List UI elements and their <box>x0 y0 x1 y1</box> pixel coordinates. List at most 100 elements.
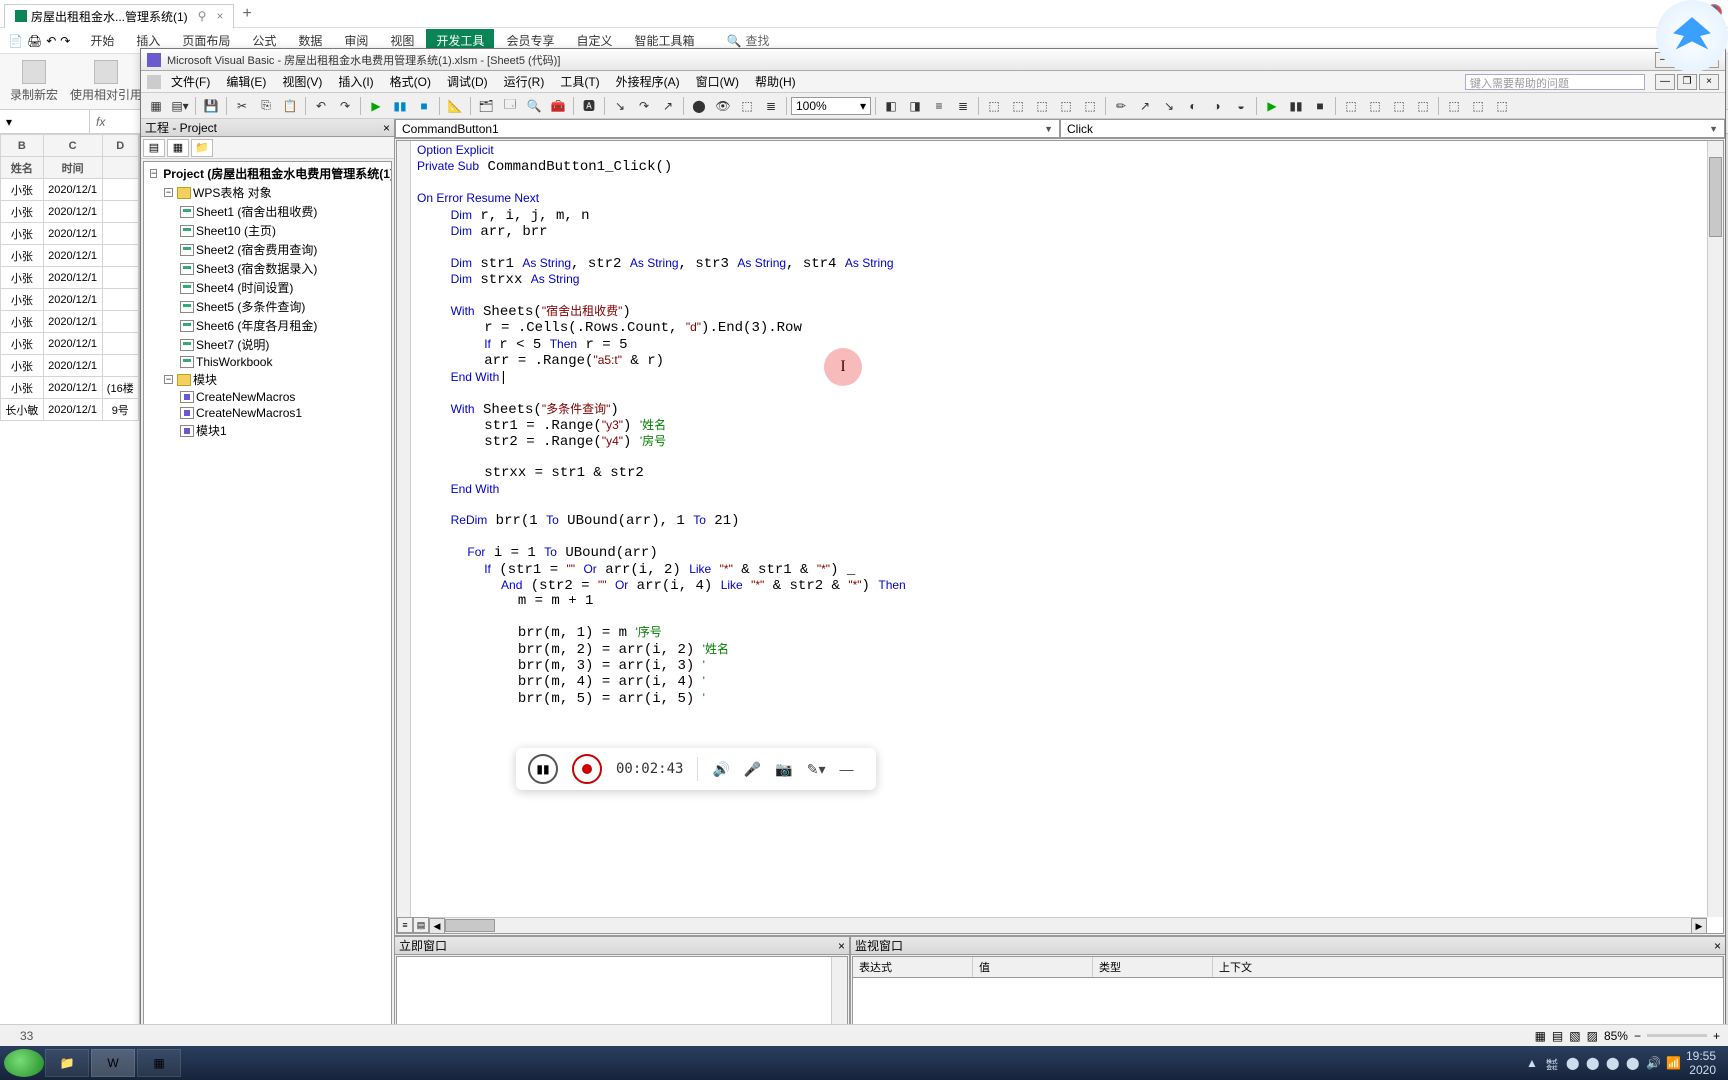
tb-misc-icon[interactable]: ↘ <box>1158 96 1180 116</box>
cell[interactable] <box>102 223 139 245</box>
cell[interactable]: 小张 <box>1 223 44 245</box>
zoom-out-icon[interactable]: − <box>1634 1029 1641 1043</box>
tb-save-icon[interactable]: 💾 <box>200 96 222 116</box>
tb-zoom-combo[interactable]: 100%▾ <box>791 97 871 115</box>
tray-time[interactable]: 19:55 <box>1686 1049 1716 1063</box>
cell[interactable]: 小张 <box>1 201 44 223</box>
tb-play2-icon[interactable]: ▶ <box>1261 96 1283 116</box>
procedure-combo[interactable]: Click▼ <box>1060 119 1725 138</box>
cell[interactable]: 9号 <box>102 399 139 421</box>
tb-misc-icon[interactable]: ≣ <box>952 96 974 116</box>
view-icon[interactable]: ▤ <box>1552 1029 1563 1043</box>
tb-misc-icon[interactable]: ◐ <box>1182 96 1204 116</box>
tray-icon[interactable]: ⬤ <box>1606 1056 1620 1070</box>
watch-col-expr[interactable]: 表达式 <box>853 957 973 977</box>
tb-toolbox-icon[interactable]: 🧰 <box>547 96 569 116</box>
tb-misc-icon[interactable]: ≡ <box>928 96 950 116</box>
tray-icon[interactable]: ⬤ <box>1566 1056 1580 1070</box>
ribbon-tab[interactable]: 开始 <box>80 29 124 52</box>
tb-misc-icon[interactable]: ⬚ <box>983 96 1005 116</box>
tree-module[interactable]: 模块1 <box>196 422 227 439</box>
cell[interactable]: 小张 <box>1 267 44 289</box>
menu-window[interactable]: 窗口(W) <box>690 71 745 92</box>
cell[interactable]: 小张 <box>1 245 44 267</box>
menu-help[interactable]: 帮助(H) <box>749 71 802 92</box>
recorder-stop-button[interactable] <box>572 754 602 784</box>
cell[interactable]: 小张 <box>1 289 44 311</box>
cell[interactable] <box>102 179 139 201</box>
proj-folder-icon[interactable]: 📁 <box>191 139 213 157</box>
tree-sheet[interactable]: Sheet4 (时间设置) <box>196 279 293 296</box>
watch-col-ctx[interactable]: 上下文 <box>1213 957 1723 977</box>
cell[interactable]: 小张 <box>1 333 44 355</box>
tb-misc-icon[interactable]: ◑ <box>1206 96 1228 116</box>
code-scrollbar-v[interactable] <box>1707 141 1723 917</box>
start-button[interactable] <box>4 1049 44 1077</box>
recorder-audio-icon[interactable]: 🔊 <box>712 761 729 778</box>
tray-network-icon[interactable]: 📶 <box>1666 1056 1680 1070</box>
cell[interactable] <box>102 333 139 355</box>
zoom-value[interactable]: 85% <box>1604 1029 1628 1043</box>
proc-view-icon[interactable]: ≡ <box>397 917 413 933</box>
tray-date[interactable]: 2020 <box>1686 1063 1716 1077</box>
tb-relative-ref[interactable]: 使用相对引用 <box>70 60 142 103</box>
vbe-sys-icon[interactable] <box>147 75 161 89</box>
col-header[interactable]: C <box>43 135 102 157</box>
watch-title[interactable]: 监视窗口× <box>851 937 1725 955</box>
tb-misc-icon[interactable]: ⬚ <box>1031 96 1053 116</box>
tray-volume-icon[interactable]: 🔊 <box>1646 1056 1660 1070</box>
tb-step-into-icon[interactable]: ↘ <box>609 96 631 116</box>
tb-project-icon[interactable]: 🗂 <box>475 96 497 116</box>
tree-sheet[interactable]: Sheet10 (主页) <box>196 222 276 239</box>
recorder-pen-icon[interactable]: ✎▾ <box>807 761 826 778</box>
tb-redo-icon[interactable]: ↷ <box>334 96 356 116</box>
view-icon[interactable]: ▦ <box>1535 1029 1546 1043</box>
tb-misc-icon[interactable]: ⬚ <box>1467 96 1489 116</box>
proj-view-object-icon[interactable]: ▦ <box>167 139 189 157</box>
vbe-help-search[interactable]: 键入需要帮助的问题 <box>1465 74 1645 90</box>
tb-misc-icon[interactable]: ◨ <box>904 96 926 116</box>
tb-misc-icon[interactable]: ⬚ <box>1007 96 1029 116</box>
tb-misc-icon[interactable]: ↗ <box>1134 96 1156 116</box>
menu-tools[interactable]: 工具(T) <box>554 71 605 92</box>
tb-break-icon[interactable]: ▮▮ <box>389 96 411 116</box>
wps-qat-undo-icon[interactable]: ↶ <box>46 34 56 48</box>
code-editor[interactable]: Option Explicit Private Sub CommandButto… <box>396 140 1724 934</box>
proj-view-code-icon[interactable]: ▤ <box>143 139 165 157</box>
tb-misc-icon[interactable]: ⬚ <box>1443 96 1465 116</box>
tree-project[interactable]: Project (房屋出租租金水电费用管理系统(1) <box>163 165 392 182</box>
tb-misc-icon[interactable]: ⬚ <box>1412 96 1434 116</box>
menu-run[interactable]: 运行(R) <box>498 71 551 92</box>
tree-sheet[interactable]: Sheet7 (说明) <box>196 336 269 353</box>
task-app[interactable]: ▦ <box>137 1049 181 1077</box>
tb-quickwatch-icon[interactable]: ⬚ <box>736 96 758 116</box>
menu-debug[interactable]: 调试(D) <box>441 71 494 92</box>
cell[interactable]: (16楼 <box>102 377 139 399</box>
tree-module[interactable]: CreateNewMacros <box>196 390 295 404</box>
project-close-icon[interactable]: × <box>383 121 390 135</box>
tb-breakpoint-icon[interactable]: ⬤ <box>688 96 710 116</box>
task-explorer[interactable]: 📁 <box>45 1049 89 1077</box>
tree-sheet[interactable]: Sheet3 (宿舍数据录入) <box>196 260 317 277</box>
tb-copy-icon[interactable]: ⎘ <box>255 96 277 116</box>
tb-browser-icon[interactable]: 🔍 <box>523 96 545 116</box>
code-text[interactable]: Option Explicit Private Sub CommandButto… <box>397 141 1723 709</box>
tb-misc-icon[interactable]: ⬚ <box>1364 96 1386 116</box>
view-icon[interactable]: ▧ <box>1569 1029 1580 1043</box>
object-combo[interactable]: CommandButton1▼ <box>395 119 1060 138</box>
tb-stop2-icon[interactable]: ■ <box>1309 96 1331 116</box>
zoom-slider[interactable] <box>1647 1034 1707 1037</box>
tree-sheet[interactable]: Sheet1 (宿舍出租收费) <box>196 203 317 220</box>
cell[interactable]: 2020/12/1 <box>43 377 102 399</box>
menu-edit[interactable]: 编辑(E) <box>220 71 272 92</box>
cell[interactable] <box>102 157 139 179</box>
cell[interactable]: 小张 <box>1 311 44 333</box>
cell[interactable]: 小张 <box>1 355 44 377</box>
tb-undo-icon[interactable]: ↶ <box>310 96 332 116</box>
recorder-camera-icon[interactable]: 📷 <box>775 761 792 778</box>
cell[interactable]: 2020/12/1 <box>43 311 102 333</box>
tb-a-icon[interactable]: 🅰 <box>578 96 600 116</box>
view-icon[interactable]: ▨ <box>1587 1029 1598 1043</box>
cell[interactable]: 2020/12/1 <box>43 179 102 201</box>
wps-qat-print-icon[interactable]: 🖨 <box>27 34 42 48</box>
